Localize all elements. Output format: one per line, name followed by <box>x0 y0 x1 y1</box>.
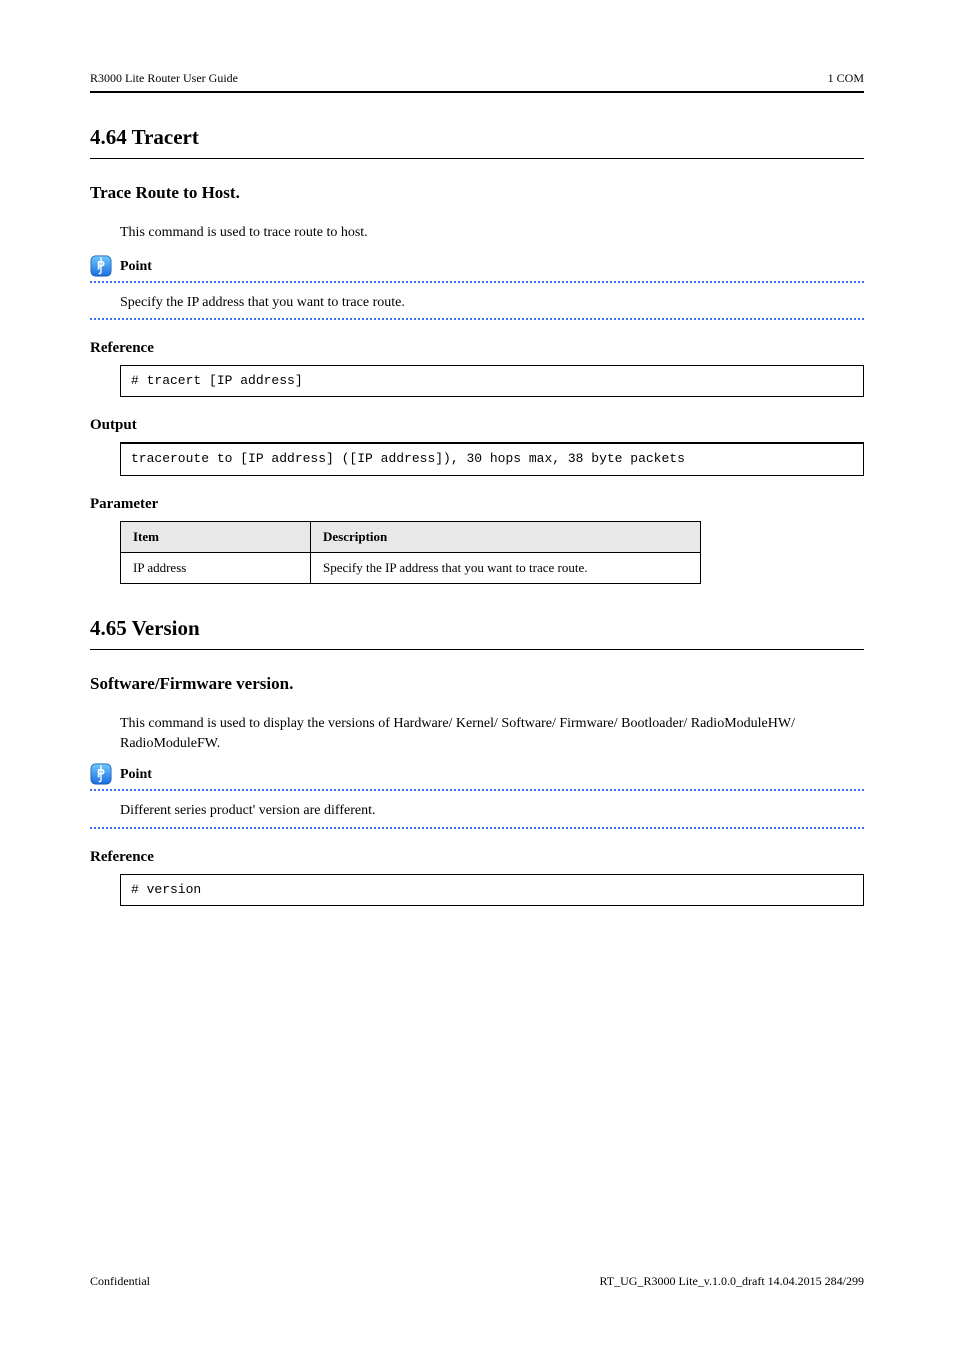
dotted-rule <box>90 827 864 829</box>
page-header: R3000 Lite Router User Guide 1 COM <box>90 70 864 87</box>
output-box-tracert: traceroute to [IP address] ([IP address]… <box>120 442 864 475</box>
point-label: Point <box>120 765 152 785</box>
svg-text:P: P <box>97 258 105 272</box>
dotted-rule <box>90 318 864 320</box>
point-text-1: Specify the IP address that you want to … <box>90 293 864 313</box>
parameter-label: Parameter <box>90 494 864 515</box>
th-item: Item <box>121 521 311 552</box>
point-block-1: P Point <box>90 257 864 277</box>
section-title-version: 4.65 Version <box>90 614 864 643</box>
point-label: Point <box>120 257 152 277</box>
point-block-2: P Point <box>90 765 864 785</box>
table-row: IP address Specify the IP address that y… <box>121 552 701 583</box>
point-text-2: Different series product' version are di… <box>90 801 864 821</box>
footer-right: RT_UG_R3000 Lite_v.1.0.0_draft 14.04.201… <box>600 1273 864 1290</box>
dotted-rule <box>90 789 864 791</box>
td-item: IP address <box>121 552 311 583</box>
section-rule <box>90 649 864 650</box>
dotted-rule <box>90 281 864 283</box>
footer-left: Confidential <box>90 1273 150 1290</box>
table-header-row: Item Description <box>121 521 701 552</box>
section-intro-tracert: This command is used to trace route to h… <box>90 223 864 243</box>
td-description: Specify the IP address that you want to … <box>311 552 701 583</box>
point-icon: P <box>90 255 112 277</box>
header-left: R3000 Lite Router User Guide <box>90 70 238 87</box>
header-rule <box>90 91 864 93</box>
page-footer: Confidential RT_UG_R3000 Lite_v.1.0.0_dr… <box>90 1273 864 1290</box>
point-icon: P <box>90 763 112 785</box>
th-description: Description <box>311 521 701 552</box>
section-subhead-version: Software/Firmware version. <box>90 672 864 696</box>
section-subhead-tracert: Trace Route to Host. <box>90 181 864 205</box>
code-box-version: # version <box>120 874 864 906</box>
reference-label-2: Reference <box>90 847 864 868</box>
section-title-tracert: 4.64 Tracert <box>90 123 864 152</box>
section-rule <box>90 158 864 159</box>
parameter-table: Item Description IP address Specify the … <box>120 521 701 584</box>
section-intro-version: This command is used to display the vers… <box>90 714 864 753</box>
reference-label: Reference <box>90 338 864 359</box>
svg-text:P: P <box>97 767 105 781</box>
output-label: Output <box>90 415 864 436</box>
header-right: 1 COM <box>828 70 864 87</box>
code-box-tracert: # tracert [IP address] <box>120 365 864 397</box>
